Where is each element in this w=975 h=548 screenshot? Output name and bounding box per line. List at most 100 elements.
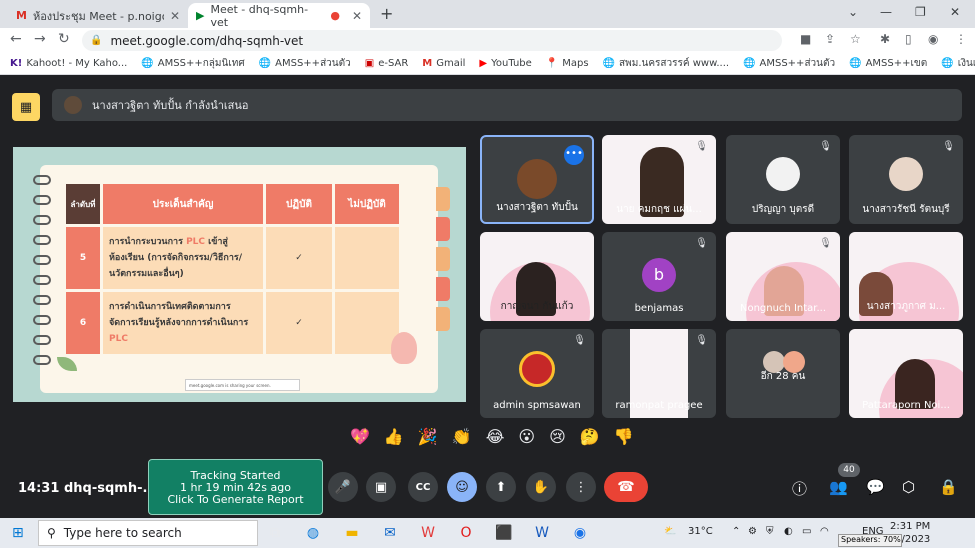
forward-icon[interactable]: →	[34, 31, 46, 47]
participant-tile[interactable]: กาญจนา กันแก้ว	[480, 232, 594, 321]
host-lock-icon[interactable]: 🔒	[939, 478, 958, 496]
sad-reaction-icon[interactable]: 😢	[549, 427, 566, 446]
bookmark-youtube[interactable]: ▶ YouTube	[479, 58, 531, 69]
close-tab-icon[interactable]: ✕	[352, 9, 362, 23]
more-options-button[interactable]: ⋮	[566, 472, 596, 502]
lock-icon: 🔒	[90, 35, 103, 46]
activities-icon[interactable]: ⬡	[902, 478, 915, 496]
tray-app-icon[interactable]: ⚙	[748, 526, 757, 537]
profile-avatar[interactable]: ◉	[928, 32, 938, 46]
leave-call-button[interactable]: ☎	[604, 472, 648, 502]
binder-ring	[33, 195, 51, 205]
chrome-icon[interactable]: ◉	[570, 523, 590, 543]
star-icon[interactable]: ☆	[850, 32, 861, 46]
address-bar[interactable]: 🔒 meet.google.com/dhq-sqmh-vet	[82, 30, 782, 51]
menu-icon[interactable]: ⋮	[955, 32, 967, 46]
bookmark-amss-zone[interactable]: 🌐 AMSS++เขต	[849, 56, 927, 71]
presenter-avatar	[64, 96, 82, 114]
battery-icon[interactable]: ▭	[802, 526, 811, 537]
laugh-reaction-icon[interactable]: 😂	[486, 427, 505, 446]
party-reaction-icon[interactable]: 🎉	[418, 427, 438, 446]
bookmark-label: เงินเดือน	[957, 58, 975, 69]
participant-tile[interactable]: Pattaraporn Noi...	[849, 329, 963, 418]
participant-tile[interactable]: ••• นางสาวฐิตา ทับปั้น	[480, 135, 594, 224]
camera-button[interactable]: ▣	[366, 472, 396, 502]
thumbs-up-reaction-icon[interactable]: 👍	[384, 427, 404, 446]
tab-meet-active[interactable]: ▶ Meet - dhq-sqmh-vet ● ✕	[188, 3, 370, 29]
edge-icon[interactable]: ◍	[303, 523, 323, 543]
tray-app-icon[interactable]: ◐	[784, 526, 793, 537]
chat-icon[interactable]: 💬	[866, 478, 885, 496]
tray-app-icon[interactable]: ⛨	[766, 526, 774, 537]
participant-tile[interactable]: 🎙 admin spmsawan	[480, 329, 594, 418]
participant-tile[interactable]: 🎙 นาย คมกฤช แผ่น...	[602, 135, 716, 224]
participant-tile-more[interactable]: อีก 28 คน	[726, 329, 840, 418]
surprised-reaction-icon[interactable]: 😮	[518, 427, 535, 446]
participant-tile[interactable]: 🎙 ปริญญา บุตรดี	[726, 135, 840, 224]
tray-chevron-icon[interactable]: ⌃	[732, 526, 740, 537]
maximize-icon[interactable]: ❐	[915, 5, 926, 19]
tracking-report-button[interactable]: Tracking Started 1 hr 19 min 42s ago Cli…	[148, 459, 323, 515]
weather-icon[interactable]: ⛅	[664, 526, 676, 537]
tab-search-icon[interactable]: ⌄	[848, 5, 858, 19]
taskbar-search[interactable]: ⚲ Type here to search	[38, 520, 258, 546]
header-no: ลำดับที่	[66, 184, 100, 224]
binder-ring	[33, 275, 51, 285]
opera-icon[interactable]: O	[456, 523, 476, 543]
raise-hand-button[interactable]: ✋	[526, 472, 556, 502]
extensions-icon[interactable]: ✱	[880, 32, 890, 46]
mic-off-icon: 🎙	[695, 141, 708, 152]
info-icon[interactable]: ⓘ	[792, 478, 807, 499]
word-icon[interactable]: W	[532, 523, 552, 543]
clap-reaction-icon[interactable]: 👏	[452, 427, 472, 446]
close-window-icon[interactable]: ✕	[950, 5, 960, 19]
minimize-icon[interactable]: —	[880, 5, 892, 19]
thinking-reaction-icon[interactable]: 🤔	[580, 427, 600, 446]
bookmark-gmail[interactable]: M Gmail	[422, 58, 465, 69]
microphone-button[interactable]: 🎤	[328, 472, 358, 502]
present-button[interactable]: ⬆	[486, 472, 516, 502]
people-icon[interactable]: 👥	[829, 478, 848, 496]
thumbs-down-reaction-icon[interactable]: 👎	[614, 427, 634, 446]
bookmark-esar[interactable]: ▣ e-SAR	[365, 58, 409, 69]
file-explorer-icon[interactable]: ▬	[342, 523, 362, 543]
bookmark-salary[interactable]: 🌐เงินเดือน	[941, 56, 975, 71]
weather-temp[interactable]: 31°C	[688, 526, 713, 537]
bookmark-spm[interactable]: 🌐 สพม.นครสวรรค์ www....	[603, 56, 729, 71]
sidepanel-icon[interactable]: ▯	[905, 32, 912, 46]
host-controls-icon[interactable]: ▦	[12, 93, 40, 121]
more-options-icon[interactable]: •••	[564, 145, 584, 165]
wifi-icon[interactable]: ◠	[820, 526, 829, 537]
bookmark-amss-group[interactable]: 🌐 AMSS++กลุ่มนิเทศ	[141, 56, 244, 71]
participant-tile[interactable]: 🎙 ramonpat pragee	[602, 329, 716, 418]
reactions-button[interactable]: ☺	[447, 472, 477, 502]
bookmark-maps[interactable]: 📍 Maps	[546, 58, 589, 69]
wps-icon[interactable]: W	[418, 523, 438, 543]
tab-meet-room[interactable]: M ห้องประชุม Meet - p.noigor@gmai ✕	[8, 3, 188, 28]
participant-tile[interactable]: 🎙 นางสาวรัชนี รัตนบุรี	[849, 135, 963, 224]
mail-icon[interactable]: ✉	[380, 523, 400, 543]
close-tab-icon[interactable]: ✕	[170, 9, 180, 23]
bookmark-amss-personal[interactable]: 🌐 AMSS++ส่วนตัว	[259, 56, 351, 71]
camera-icon[interactable]: ■	[800, 32, 811, 46]
participant-name: ramonpat pragee	[615, 400, 703, 411]
avatar	[519, 351, 555, 387]
windows-start-icon[interactable]: ⊞	[12, 525, 24, 541]
task-view-icon[interactable]: ⧉	[265, 523, 285, 543]
new-tab-icon[interactable]: +	[380, 4, 393, 23]
participant-tile[interactable]: นางสาวภูกาศ ม...	[849, 232, 963, 321]
reload-icon[interactable]: ↻	[58, 31, 70, 47]
bookmark-kahoot[interactable]: K! Kahoot! - My Kaho...	[10, 58, 127, 69]
back-icon[interactable]: ←	[10, 31, 22, 47]
participant-tile[interactable]: b 🎙 benjamas	[602, 232, 716, 321]
meeting-code[interactable]: dhq-sqmh-...	[64, 481, 157, 496]
share-icon[interactable]: ⇪	[825, 32, 835, 46]
captions-button[interactable]: CC	[408, 472, 438, 502]
acrobat-icon[interactable]: ⬛	[494, 523, 514, 543]
bookmark-amss-personal-2[interactable]: 🌐 AMSS++ส่วนตัว	[743, 56, 835, 71]
binder-ring	[33, 175, 51, 185]
participant-tile[interactable]: 🎙 Nongnuch Intar...	[726, 232, 840, 321]
header-done: ปฏิบัติ	[266, 184, 332, 224]
participant-name: benjamas	[634, 303, 684, 314]
heart-reaction-icon[interactable]: 💖	[350, 427, 370, 446]
